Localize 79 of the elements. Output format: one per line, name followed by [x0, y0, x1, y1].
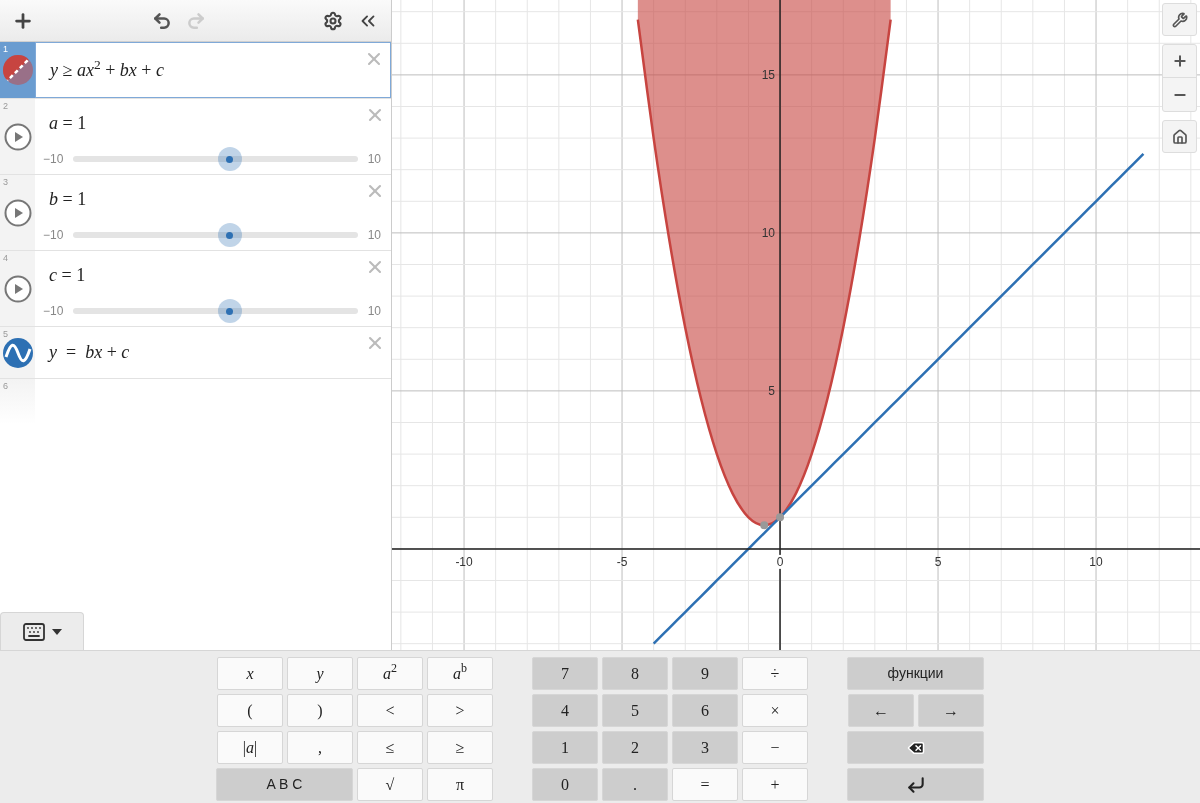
keypad-key[interactable]: 9	[672, 657, 738, 690]
keypad-key[interactable]: +	[742, 768, 808, 801]
point-marker[interactable]	[760, 521, 769, 530]
keypad-key[interactable]: функции	[847, 657, 984, 690]
keypad-key[interactable]: a$^{2}$	[357, 657, 423, 690]
expression-input[interactable]: b = 1	[49, 185, 87, 213]
slider-max: 10	[367, 227, 381, 244]
expression-number: 5	[3, 328, 8, 341]
keypad-key[interactable]: 5	[602, 694, 668, 727]
slider-min: −10	[43, 151, 64, 168]
slider-max: 10	[367, 151, 381, 168]
axis-label: -5	[616, 554, 628, 569]
shaded-inequality-icon[interactable]	[2, 55, 33, 85]
expression-number: 1	[3, 43, 8, 56]
axis-label: 15	[761, 67, 776, 82]
keypad-key[interactable]: <	[357, 694, 423, 727]
expression-number: 4	[3, 252, 8, 265]
keypad-key[interactable]: 3	[672, 731, 738, 764]
home-icon[interactable]	[1162, 120, 1197, 153]
keyboard-toggle[interactable]	[0, 612, 84, 650]
slider-min: −10	[43, 227, 64, 244]
play-icon[interactable]	[3, 274, 32, 303]
keypad-key[interactable]: y	[287, 657, 353, 690]
keypad-key[interactable]: 6	[672, 694, 738, 727]
wrench-icon[interactable]	[1162, 3, 1197, 36]
keypad-key[interactable]: ÷	[742, 657, 808, 690]
keypad-key[interactable]: ←	[848, 694, 914, 727]
keypad-key[interactable]: x	[217, 657, 283, 690]
keypad-key[interactable]: ≤	[357, 731, 423, 764]
keypad-key[interactable]: a$^{b}$	[427, 657, 493, 690]
keypad-key[interactable]: A B C	[216, 768, 353, 801]
keypad-key[interactable]: ,	[287, 731, 353, 764]
keypad-key[interactable]: →	[918, 694, 984, 727]
axis-label: 5	[768, 383, 776, 398]
caret-icon	[52, 628, 62, 635]
keypad-key[interactable]: √	[357, 768, 423, 801]
keypad-key[interactable]: 1	[532, 731, 598, 764]
keypad-key[interactable]: (	[217, 694, 283, 727]
keypad-key[interactable]: )	[287, 694, 353, 727]
slider-thumb[interactable]	[217, 299, 242, 323]
keypad-key[interactable]: ×	[742, 694, 808, 727]
axis-label: 5	[934, 554, 942, 569]
settings-icon[interactable]	[323, 10, 343, 31]
axis-label: -10	[455, 554, 473, 569]
slider-min: −10	[43, 303, 64, 320]
slider-thumb[interactable]	[217, 223, 242, 247]
expression-number: 3	[3, 176, 8, 189]
enter-icon	[905, 774, 926, 795]
keypad-key[interactable]: 7	[532, 657, 598, 690]
slider[interactable]	[73, 223, 358, 247]
slider[interactable]	[73, 299, 358, 323]
keypad-key[interactable]: −	[742, 731, 808, 764]
keypad-key[interactable]: =	[672, 768, 738, 801]
slider[interactable]	[73, 147, 358, 171]
axis-label: 0	[776, 554, 784, 569]
expression-input[interactable]: c = 1	[49, 261, 86, 289]
keypad-key[interactable]: ≥	[427, 731, 493, 764]
keypad-key[interactable]: 4	[532, 694, 598, 727]
axis-label: 10	[1089, 554, 1103, 569]
play-icon[interactable]	[3, 198, 32, 227]
slider-max: 10	[367, 303, 381, 320]
keypad-key[interactable]: 8	[602, 657, 668, 690]
expression-input[interactable]: y = bx + c	[49, 339, 130, 366]
keypad-key[interactable]: 2	[602, 731, 668, 764]
wave-icon[interactable]	[2, 337, 33, 368]
expression-input[interactable]: a = 1	[49, 109, 87, 137]
expression-number: 2	[3, 100, 8, 113]
expression-number: 6	[3, 380, 8, 393]
keypad-key[interactable]: >	[427, 694, 493, 727]
play-icon[interactable]	[3, 122, 32, 151]
axis-label: 10	[761, 225, 776, 240]
keypad-key[interactable]: |a|	[217, 731, 283, 764]
keypad-key[interactable]: π	[427, 768, 493, 801]
slider-thumb[interactable]	[217, 147, 242, 171]
undo-icon[interactable]	[152, 10, 172, 31]
keypad-key[interactable]: .	[602, 768, 668, 801]
point-marker[interactable]	[776, 513, 785, 522]
keypad-key[interactable]: 0	[532, 768, 598, 801]
expression-input[interactable]: y ≥ ax$^{2}$ + bx + c	[50, 56, 164, 84]
